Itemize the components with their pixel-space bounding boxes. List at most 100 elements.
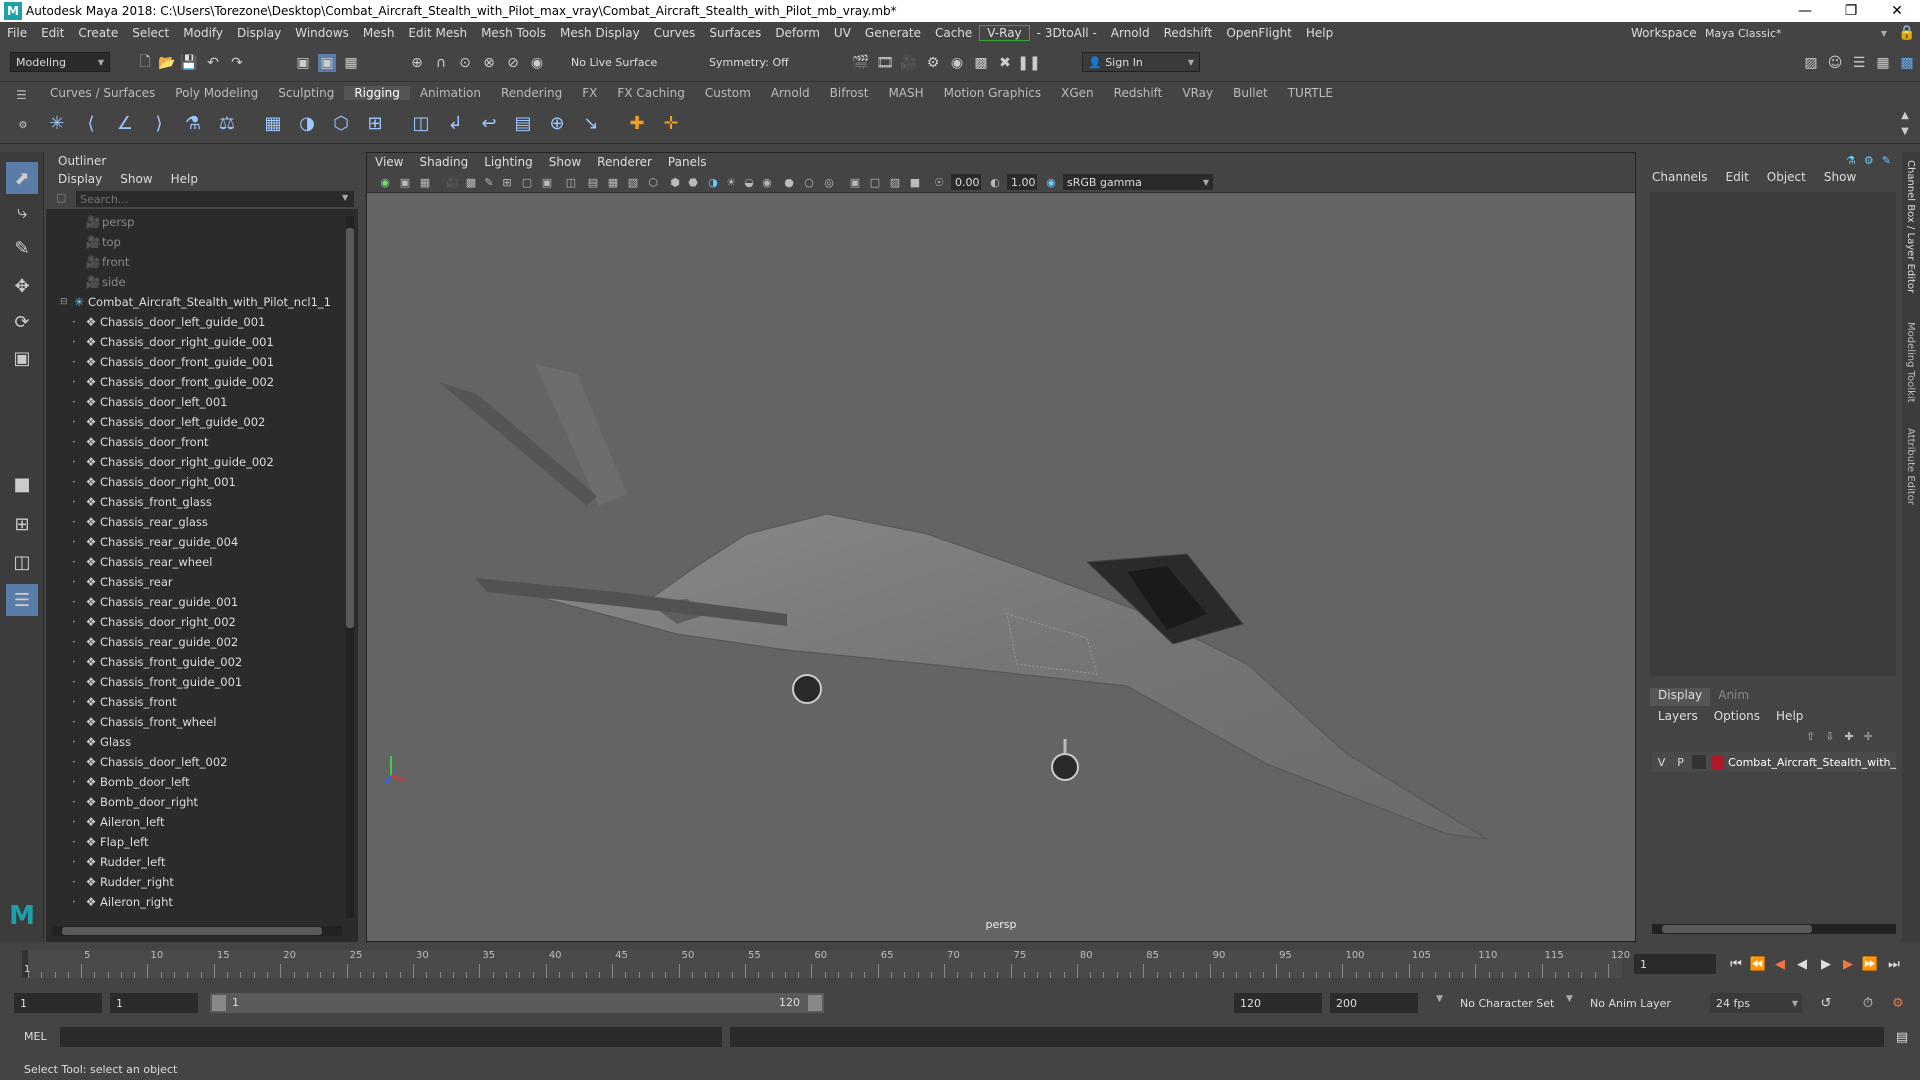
human-ik-skeleton-icon[interactable]: ⚖ xyxy=(214,110,240,136)
list-item[interactable]: • ❖ Chassis_rear_guide_004 xyxy=(46,532,346,552)
paint-weights-icon[interactable]: ◑ xyxy=(294,110,320,136)
select-object-icon[interactable]: ▣ xyxy=(318,54,336,72)
save-scene-icon[interactable]: 💾 xyxy=(180,54,198,72)
close-icon[interactable]: ✕ xyxy=(1874,0,1920,22)
render-settings-icon[interactable]: ⚙ xyxy=(924,54,942,72)
list-item[interactable]: • ❖ Chassis_rear_wheel xyxy=(46,552,346,572)
viewport-menu-shading[interactable]: Shading xyxy=(419,155,468,169)
list-item[interactable]: • ❖ Chassis_door_front_guide_002 xyxy=(46,372,346,392)
human-ik-icon[interactable]: ☺ xyxy=(1826,54,1844,72)
lock-icon[interactable]: 🔒 xyxy=(1898,24,1916,42)
shelf-tab-animation[interactable]: Animation xyxy=(410,86,491,100)
live-surface-field[interactable]: No Live Surface xyxy=(566,52,666,72)
display-layer-row[interactable]: V P Combat_Aircraft_Stealth_with_ xyxy=(1652,752,1896,772)
menu-select[interactable]: Select xyxy=(125,26,176,40)
shelf-tab-rendering[interactable]: Rendering xyxy=(491,86,572,100)
attribute-editor-icon[interactable]: ☰ xyxy=(1850,54,1868,72)
snap-curve-icon[interactable]: ∩ xyxy=(432,54,450,72)
exposure-icon[interactable]: ☉ xyxy=(931,174,947,190)
list-item[interactable]: • ❖ Aileron_left xyxy=(46,812,346,832)
shelf-tab-arnold[interactable]: Arnold xyxy=(761,86,820,100)
script-editor-icon[interactable]: ▤ xyxy=(1894,1029,1910,1045)
redo-icon[interactable]: ↷ xyxy=(228,54,246,72)
viewport-panel[interactable]: View Shading Lighting Show Renderer Pane… xyxy=(366,152,1636,942)
menu-surfaces[interactable]: Surfaces xyxy=(702,26,768,40)
soft-mod-icon[interactable]: ▤ xyxy=(510,110,536,136)
shelf-tab-rigging[interactable]: Rigging xyxy=(344,86,410,100)
menu-mesh-display[interactable]: Mesh Display xyxy=(553,26,647,40)
viewport-menu-panels[interactable]: Panels xyxy=(668,155,707,169)
fps-dropdown[interactable]: 24 fps ▼ xyxy=(1710,993,1802,1013)
antialiasing-icon[interactable]: ○ xyxy=(801,174,817,190)
select-camera-icon[interactable]: ◉ xyxy=(377,174,393,190)
step-back-key-icon[interactable]: ⏪ xyxy=(1750,956,1766,972)
undo-icon[interactable]: ↶ xyxy=(204,54,222,72)
insert-joint-icon[interactable]: ⟩ xyxy=(146,110,172,136)
render-view-icon[interactable]: ▩ xyxy=(972,54,990,72)
color-management-icon[interactable]: ◉ xyxy=(1043,174,1059,190)
field-chart-icon[interactable]: ▤ xyxy=(585,174,601,190)
float-panel-icon[interactable]: ✎ xyxy=(1882,154,1891,167)
list-item[interactable]: • ❖ Flap_left xyxy=(46,832,346,852)
film-gate-icon[interactable]: ▢ xyxy=(519,174,535,190)
depth-of-field-icon[interactable]: ◎ xyxy=(821,174,837,190)
channel-settings-icon[interactable]: ⚙ xyxy=(1864,154,1874,167)
outliner-menu-display[interactable]: Display xyxy=(58,172,102,186)
command-input[interactable] xyxy=(60,1027,722,1047)
xray-icon[interactable]: □ xyxy=(867,174,883,190)
pin-icon[interactable]: ⚗ xyxy=(1846,154,1856,167)
list-item[interactable]: • ❖ Chassis_front_glass xyxy=(46,492,346,512)
go-to-start-icon[interactable]: ⏮ xyxy=(1728,956,1744,972)
outliner-menu-show[interactable]: Show xyxy=(120,172,152,186)
viewport-menu-lighting[interactable]: Lighting xyxy=(484,155,533,169)
list-item[interactable]: • ❖ Aileron_right xyxy=(46,892,346,912)
menu-3dtoall[interactable]: - 3DtoAll - xyxy=(1030,26,1104,40)
list-item[interactable]: • ❖ Glass xyxy=(46,732,346,752)
new-scene-icon[interactable]: 🗋 xyxy=(136,54,154,72)
hypershade-icon[interactable]: ◉ xyxy=(948,54,966,72)
gate-mask-icon[interactable]: ◫ xyxy=(563,174,579,190)
pause-icon[interactable]: ❚❚ xyxy=(1017,54,1040,72)
layer-visibility-toggle[interactable]: V xyxy=(1652,756,1671,769)
ik-spline-icon[interactable]: ∠ xyxy=(112,110,138,136)
time-slider[interactable]: 1 5 10 15 20 25 30 35 40 45 50 55 60 65 70 75 80 85 90 95 1… xyxy=(0,946,1920,982)
rotate-tool-icon[interactable]: ⟳ xyxy=(6,306,38,338)
animation-end-field[interactable]: 200 xyxy=(1330,993,1418,1013)
shelf-tab-custom[interactable]: Custom xyxy=(695,86,761,100)
menu-file[interactable]: File xyxy=(0,26,34,40)
layer-type-toggle[interactable] xyxy=(1692,755,1707,769)
viewport-menu-show[interactable]: Show xyxy=(549,155,581,169)
step-forward-key-icon[interactable]: ⏩ xyxy=(1862,956,1878,972)
list-item[interactable]: • ❖ Chassis_door_right_guide_001 xyxy=(46,332,346,352)
new-layer-selected-icon[interactable]: ✛ xyxy=(1864,730,1873,743)
orient-constraint-icon[interactable]: ✚ xyxy=(624,110,650,136)
list-item[interactable]: • ❖ Chassis_door_front xyxy=(46,432,346,452)
render-current-icon[interactable]: 🎬 xyxy=(852,54,870,72)
wireframe-icon[interactable]: ⬡ xyxy=(645,174,661,190)
xray-components-icon[interactable]: ■ xyxy=(907,174,923,190)
shelf-tab-xgen[interactable]: XGen xyxy=(1051,86,1104,100)
outliner-vertical-scrollbar[interactable] xyxy=(346,216,354,918)
shelf-tab-fx-caching[interactable]: FX Caching xyxy=(607,86,694,100)
open-scene-icon[interactable]: 📂 xyxy=(158,54,176,72)
paint-select-icon[interactable]: ✎ xyxy=(6,232,38,264)
menu-display[interactable]: Display xyxy=(230,26,288,40)
layer-horizontal-scrollbar[interactable] xyxy=(1652,924,1896,934)
channel-box-icon[interactable]: ▩ xyxy=(1898,54,1916,72)
shelf-tab-fx[interactable]: FX xyxy=(572,86,607,100)
outliner-root-item[interactable]: ⊟ ✳ Combat_Aircraft_Stealth_with_Pilot_ncl… xyxy=(46,292,346,312)
step-forward-frame-icon[interactable]: ▶ xyxy=(1840,956,1856,972)
menu-cache[interactable]: Cache xyxy=(928,26,979,40)
layer-color-swatch[interactable] xyxy=(1712,755,1725,769)
cb-menu-channels[interactable]: Channels xyxy=(1652,170,1708,184)
menu-mesh-tools[interactable]: Mesh Tools xyxy=(474,26,553,40)
menu-openflight[interactable]: OpenFlight xyxy=(1219,26,1299,40)
select-hierarchy-icon[interactable]: ▣ xyxy=(294,54,312,72)
list-item[interactable]: 🎥 top xyxy=(46,232,346,252)
menu-deform[interactable]: Deform xyxy=(768,26,827,40)
list-item[interactable]: • ❖ Bomb_door_left xyxy=(46,772,346,792)
animation-prefs-icon[interactable]: ⚙ xyxy=(1890,995,1906,1011)
shelf-menu-icon[interactable]: ☰ xyxy=(16,88,27,102)
cluster-icon[interactable]: ⊞ xyxy=(362,110,388,136)
parent-constraint-icon[interactable]: ✛ xyxy=(658,110,684,136)
